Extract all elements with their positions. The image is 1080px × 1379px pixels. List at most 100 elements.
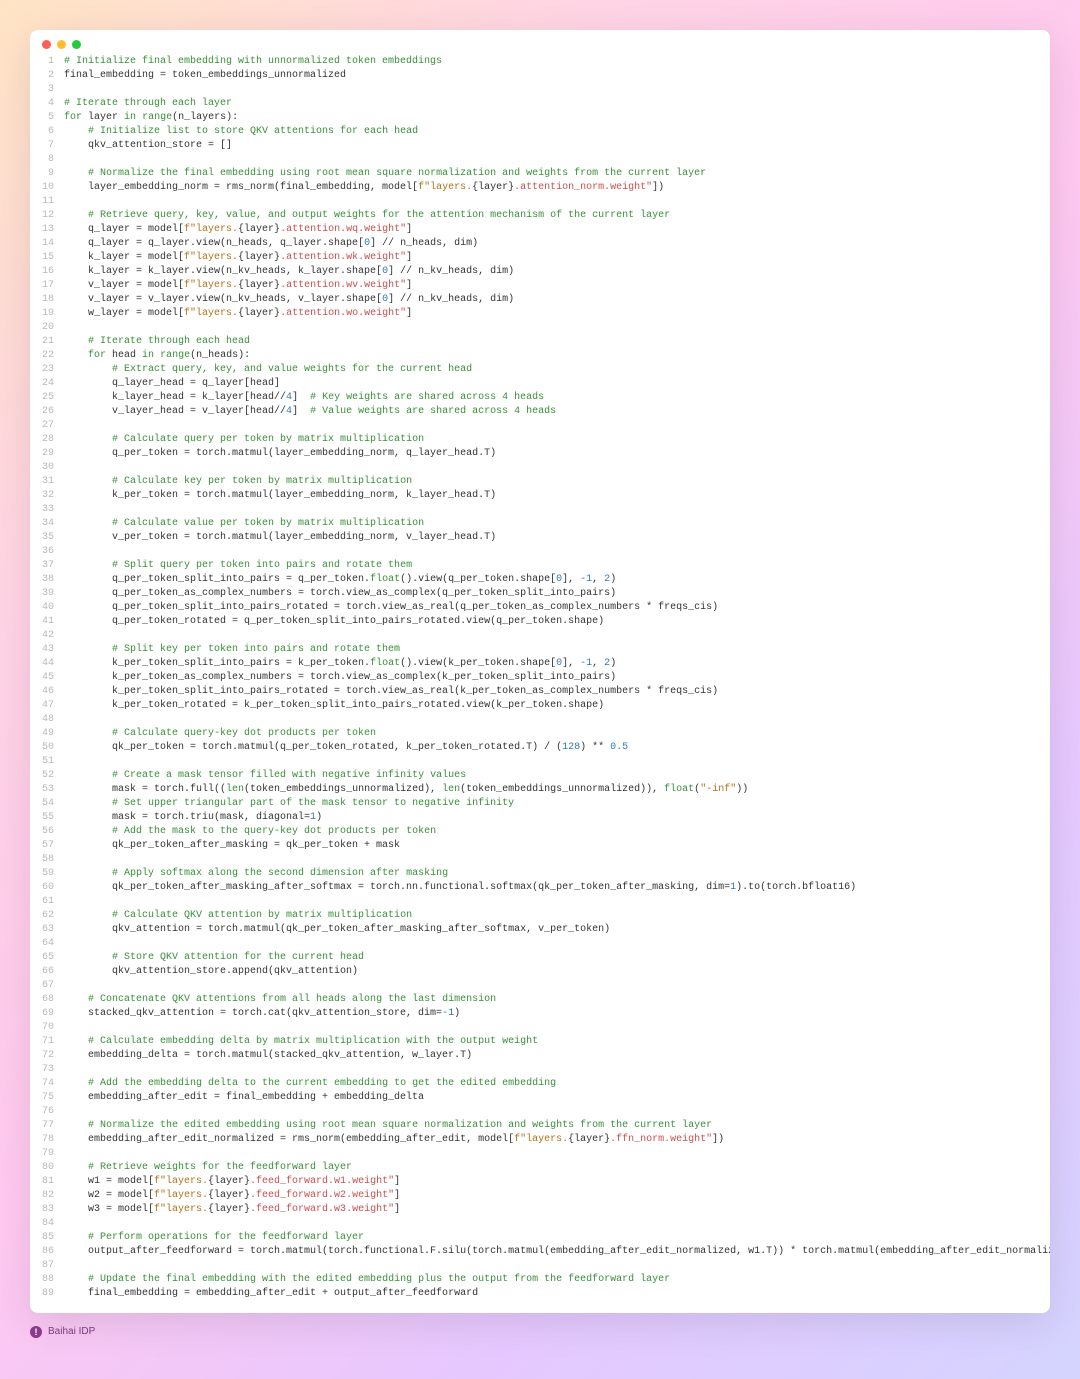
code-line: 60 qk_per_token_after_masking_after_soft… <box>30 881 1038 895</box>
code-line: 53 mask = torch.full((len(token_embeddin… <box>30 783 1038 797</box>
token: # Add the mask to the query-key dot prod… <box>112 826 436 837</box>
line-number: 77 <box>30 1119 64 1133</box>
line-number: 1 <box>30 55 64 69</box>
token: w1 = model[ <box>64 1176 154 1187</box>
token: f"layers. <box>154 1204 208 1215</box>
token: embedding_after_edit = final_embedding +… <box>64 1092 424 1103</box>
line-number: 6 <box>30 125 64 139</box>
line-number: 15 <box>30 251 64 265</box>
code-content: # Add the mask to the query-key dot prod… <box>64 825 1038 839</box>
code-line: 43 # Split key per token into pairs and … <box>30 643 1038 657</box>
line-number: 69 <box>30 1007 64 1021</box>
code-content: k_per_token_as_complex_numbers = torch.v… <box>64 671 1038 685</box>
token: # Split key per token into pairs and rot… <box>112 644 400 655</box>
token <box>64 210 88 221</box>
close-icon[interactable] <box>42 40 51 49</box>
token: # Normalize the edited embedding using r… <box>88 1120 712 1131</box>
token: len <box>226 784 244 795</box>
token: stacked_qkv_attention = torch.cat(qkv_at… <box>64 1008 442 1019</box>
token: # Calculate query-key dot products per t… <box>112 728 376 739</box>
line-number: 27 <box>30 419 64 433</box>
code-line: 13 q_layer = model[f"layers.{layer}.atte… <box>30 223 1038 237</box>
line-number: 86 <box>30 1245 64 1259</box>
code-content: final_embedding = token_embeddings_unnor… <box>64 69 1038 83</box>
code-line: 89 final_embedding = embedding_after_edi… <box>30 1287 1038 1301</box>
code-line: 61 <box>30 895 1038 909</box>
line-number: 3 <box>30 83 64 97</box>
code-content: qkv_attention_store.append(qkv_attention… <box>64 965 1038 979</box>
token: # Perform operations for the feedforward… <box>88 1232 364 1243</box>
code-line: 84 <box>30 1217 1038 1231</box>
code-content: # Normalize the edited embedding using r… <box>64 1119 1038 1133</box>
token <box>64 644 112 655</box>
line-number: 61 <box>30 895 64 909</box>
code-line: 27 <box>30 419 1038 433</box>
token: ) <box>610 574 616 585</box>
token: {layer} <box>238 308 280 319</box>
code-line: 4# Iterate through each layer <box>30 97 1038 111</box>
token: .attention.wq.weight" <box>280 224 406 235</box>
line-number: 47 <box>30 699 64 713</box>
token: {layer} <box>472 182 514 193</box>
token: ] // n_kv_heads, dim) <box>388 266 514 277</box>
token: # Key weights are shared across 4 heads <box>310 392 544 403</box>
code-line: 1# Initialize final embedding with unnor… <box>30 55 1038 69</box>
maximize-icon[interactable] <box>72 40 81 49</box>
code-line: 82 w2 = model[f"layers.{layer}.feed_forw… <box>30 1189 1038 1203</box>
code-content <box>64 853 1038 867</box>
code-content: w2 = model[f"layers.{layer}.feed_forward… <box>64 1189 1038 1203</box>
line-number: 81 <box>30 1175 64 1189</box>
line-number: 70 <box>30 1021 64 1035</box>
code-content: # Retrieve query, key, value, and output… <box>64 209 1038 223</box>
token: q_layer = model[ <box>64 224 184 235</box>
line-number: 8 <box>30 153 64 167</box>
code-line: 20 <box>30 321 1038 335</box>
code-content: q_layer = model[f"layers.{layer}.attenti… <box>64 223 1038 237</box>
token <box>64 476 112 487</box>
code-line: 57 qk_per_token_after_masking = qk_per_t… <box>30 839 1038 853</box>
line-number: 16 <box>30 265 64 279</box>
code-content <box>64 321 1038 335</box>
token: # Split query per token into pairs and r… <box>112 560 412 571</box>
line-number: 7 <box>30 139 64 153</box>
token: ) <box>316 812 322 823</box>
token: v_layer = model[ <box>64 280 184 291</box>
code-line: 70 <box>30 1021 1038 1035</box>
token: ], <box>562 658 580 669</box>
token: float <box>664 784 694 795</box>
token: .attention.wv.weight" <box>280 280 406 291</box>
token: -1 <box>580 658 592 669</box>
code-content <box>64 1063 1038 1077</box>
line-number: 85 <box>30 1231 64 1245</box>
code-content <box>64 1105 1038 1119</box>
token: final_embedding = embedding_after_edit +… <box>64 1288 478 1299</box>
window-titlebar <box>30 30 1050 55</box>
line-number: 87 <box>30 1259 64 1273</box>
line-number: 73 <box>30 1063 64 1077</box>
token: mask = torch.triu(mask, diagonal= <box>64 812 310 823</box>
code-line: 37 # Split query per token into pairs an… <box>30 559 1038 573</box>
line-number: 2 <box>30 69 64 83</box>
code-content: qk_per_token_after_masking = qk_per_toke… <box>64 839 1038 853</box>
token: k_per_token_rotated = k_per_token_split_… <box>64 700 604 711</box>
token: q_per_token_as_complex_numbers = torch.v… <box>64 588 616 599</box>
code-line: 25 k_layer_head = k_layer[head//4] # Key… <box>30 391 1038 405</box>
line-number: 24 <box>30 377 64 391</box>
token: # Calculate QKV attention by matrix mult… <box>112 910 412 921</box>
code-content <box>64 83 1038 97</box>
minimize-icon[interactable] <box>57 40 66 49</box>
token: ] <box>394 1190 400 1201</box>
line-number: 25 <box>30 391 64 405</box>
code-line: 58 <box>30 853 1038 867</box>
code-line: 39 q_per_token_as_complex_numbers = torc… <box>30 587 1038 601</box>
code-line: 87 <box>30 1259 1038 1273</box>
code-content: # Update the final embedding with the ed… <box>64 1273 1038 1287</box>
token: 128 <box>562 742 580 753</box>
code-line: 30 <box>30 461 1038 475</box>
line-number: 20 <box>30 321 64 335</box>
token: w2 = model[ <box>64 1190 154 1201</box>
token: # Apply softmax along the second dimensi… <box>112 868 448 879</box>
token <box>64 336 88 347</box>
code-line: 67 <box>30 979 1038 993</box>
code-line: 16 k_layer = k_layer.view(n_kv_heads, k_… <box>30 265 1038 279</box>
